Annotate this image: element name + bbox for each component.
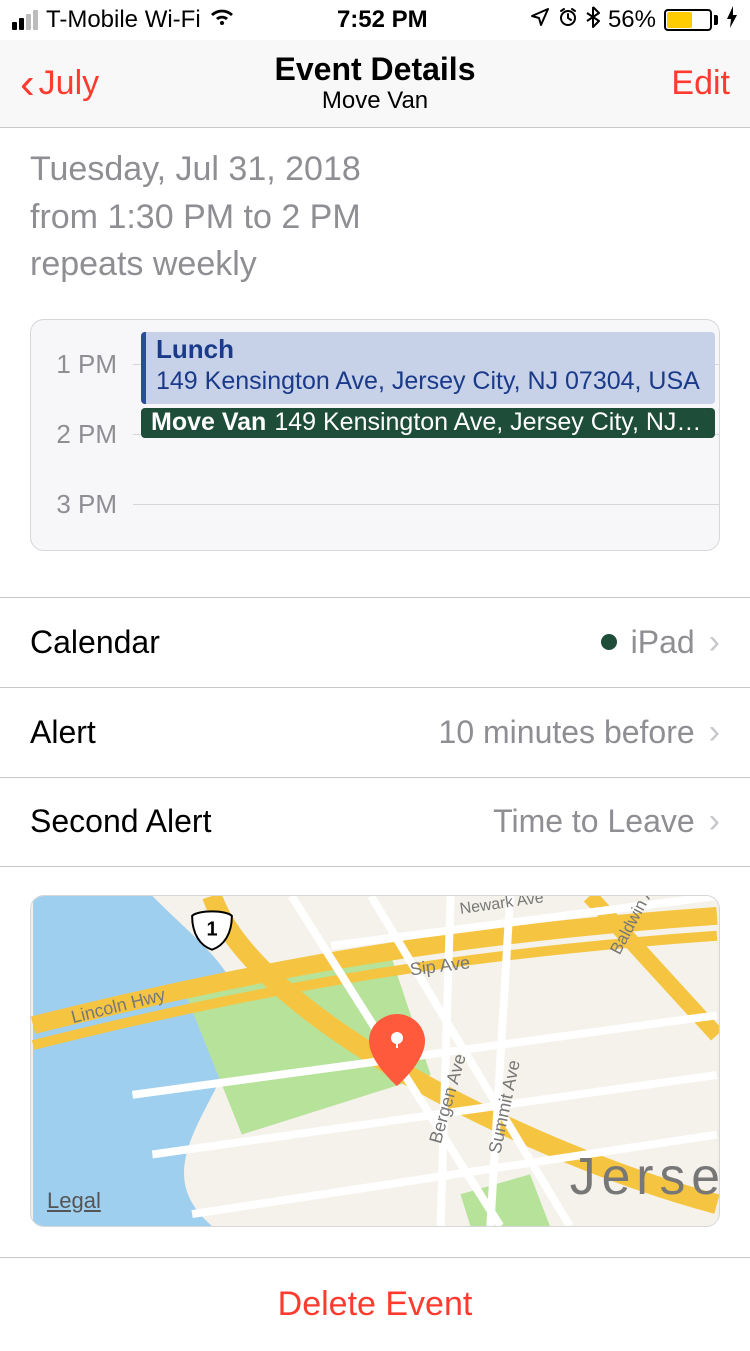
back-button[interactable]: ‹ July (20, 62, 99, 106)
location-icon (530, 6, 550, 34)
event-title: Move Van (151, 408, 266, 437)
map-legal-link[interactable]: Legal (47, 1188, 101, 1214)
page-title: Event Details (0, 52, 750, 87)
row-alert[interactable]: Alert 10 minutes before › (0, 687, 750, 777)
alarm-icon (558, 6, 578, 34)
chevron-right-icon: › (709, 713, 720, 752)
calendar-color-dot-icon (601, 634, 617, 650)
row-label: Calendar (30, 624, 160, 661)
chevron-right-icon: › (709, 623, 720, 662)
event-title: Lunch (156, 334, 707, 365)
row-second-alert[interactable]: Second Alert Time to Leave › (0, 777, 750, 867)
event-location: 149 Kensington Ave, Jersey City, NJ 0730… (156, 367, 700, 395)
charging-icon (726, 6, 738, 35)
edit-button[interactable]: Edit (671, 64, 730, 103)
back-label: July (39, 64, 99, 103)
route-shield: 1 (206, 919, 217, 941)
row-value: Time to Leave (493, 803, 695, 840)
battery-icon (664, 9, 718, 31)
wifi-icon (209, 6, 235, 34)
carrier-label: T-Mobile Wi-Fi (46, 6, 201, 34)
event-date-block: Tuesday, Jul 31, 2018 from 1:30 PM to 2 … (0, 128, 750, 319)
chevron-right-icon: › (709, 802, 720, 841)
map-pin-icon (369, 1014, 425, 1091)
row-label: Second Alert (30, 803, 211, 840)
row-calendar[interactable]: Calendar iPad › (0, 597, 750, 687)
event-date: Tuesday, Jul 31, 2018 (30, 146, 720, 194)
row-value: iPad (631, 624, 695, 661)
settings-list: Calendar iPad › Alert 10 minutes before … (0, 597, 750, 867)
row-value: 10 minutes before (439, 714, 695, 751)
hour-label: 3 PM (31, 489, 133, 520)
city-label: Jersey (570, 1147, 719, 1205)
delete-event-button[interactable]: Delete Event (0, 1257, 750, 1351)
hour-label: 2 PM (31, 419, 133, 450)
nav-bar: ‹ July Event Details Move Van Edit (0, 40, 750, 128)
map-preview[interactable]: 1 Lincoln Hwy Sip Ave Newark Ave Bergen … (30, 895, 720, 1227)
row-label: Alert (30, 714, 96, 751)
status-time: 7:52 PM (337, 6, 428, 34)
bluetooth-icon (586, 6, 600, 35)
timeline-event-lunch[interactable]: Lunch 149 Kensington Ave, Jersey City, N… (141, 332, 715, 404)
chevron-left-icon: ‹ (20, 62, 35, 106)
event-time-range: from 1:30 PM to 2 PM (30, 194, 720, 242)
event-repeat: repeats weekly (30, 241, 720, 289)
status-right: 56% (530, 6, 738, 35)
cellular-signal-icon (12, 10, 38, 30)
timeline-event-move[interactable]: Move Van 149 Kensington Ave, Jersey City… (141, 408, 715, 438)
hour-label: 1 PM (31, 349, 133, 380)
event-location: 149 Kensington Ave, Jersey City, NJ 0730… (274, 408, 707, 437)
page-subtitle: Move Van (0, 87, 750, 115)
battery-pct: 56% (608, 6, 656, 34)
timeline-preview[interactable]: 1 PM 2 PM 3 PM Lunch 149 Kensington Ave,… (30, 319, 720, 551)
status-left: T-Mobile Wi-Fi (12, 6, 235, 34)
status-bar: T-Mobile Wi-Fi 7:52 PM 56% (0, 0, 750, 40)
